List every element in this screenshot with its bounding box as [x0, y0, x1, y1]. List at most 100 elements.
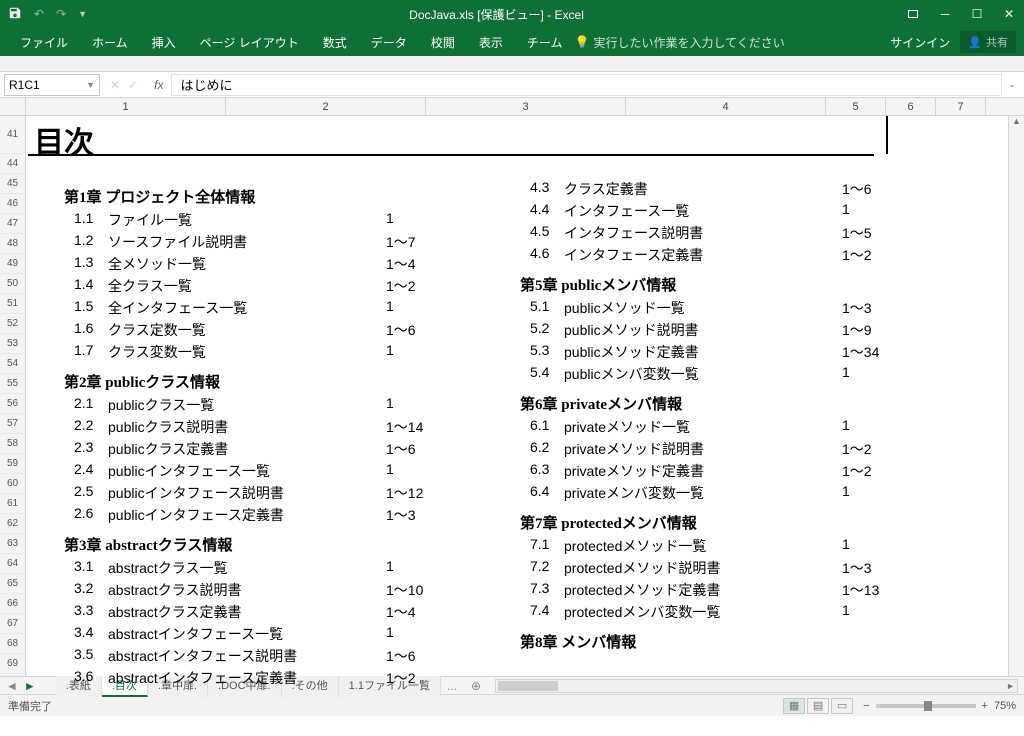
chapter-heading: 第3章 abstractクラス情報 [64, 534, 446, 555]
worksheet-content[interactable]: 目次 第1章 プロジェクト全体情報1.1ファイル一覧11.2ソースファイル説明書… [26, 116, 1024, 676]
scroll-up-icon[interactable]: ▲ [1009, 116, 1024, 132]
horizontal-scrollbar[interactable]: ◄ ► [495, 679, 1018, 693]
toc-entry: 5.4publicメンバ変数一覧1 [482, 363, 902, 385]
zoom-slider[interactable] [876, 704, 976, 708]
save-icon[interactable] [8, 6, 22, 23]
enter-icon[interactable]: ✓ [128, 78, 138, 92]
ribbon-tab[interactable]: ページ レイアウト [188, 28, 311, 57]
scroll-right-icon[interactable]: ► [1006, 681, 1015, 691]
toc-entry: 4.3クラス定義書1～6 [482, 178, 902, 200]
column-header[interactable]: 4 [626, 98, 826, 115]
ribbon-tab[interactable]: 表示 [467, 28, 515, 57]
expand-formula-icon[interactable]: ⌄ [1004, 79, 1020, 90]
entry-pages: 1 [386, 558, 446, 578]
titlebar: ↶ ↷ ▼ DocJava.xls [保護ビュー] - Excel ─ ☐ ✕ [0, 0, 1024, 28]
row-headers: 4144454647484950515253545556575859606162… [0, 116, 26, 676]
maximize-icon[interactable]: ☐ [970, 7, 984, 21]
row-header[interactable]: 46 [0, 194, 25, 214]
column-header[interactable]: 1 [26, 98, 226, 115]
ribbon-tab[interactable]: チーム [515, 28, 575, 57]
view-page-layout-icon[interactable]: ▤ [807, 698, 829, 714]
row-header[interactable]: 65 [0, 574, 25, 594]
entry-title: abstractインタフェース一覧 [108, 624, 386, 644]
row-header[interactable]: 49 [0, 254, 25, 274]
column-header[interactable]: 3 [426, 98, 626, 115]
ribbon-tab[interactable]: 挿入 [140, 28, 188, 57]
name-box[interactable]: R1C1 ▼ [4, 74, 100, 96]
tab-nav-prev-icon[interactable]: ◄ [6, 679, 18, 693]
row-header[interactable]: 66 [0, 594, 25, 614]
ribbon-tab[interactable]: 校閲 [419, 28, 467, 57]
zoom-knob[interactable] [924, 701, 932, 711]
undo-icon[interactable]: ↶ [34, 7, 44, 21]
ribbon-display-icon[interactable] [906, 7, 920, 21]
entry-title: クラス定数一覧 [108, 320, 386, 340]
row-header[interactable]: 61 [0, 494, 25, 514]
row-header[interactable]: 67 [0, 614, 25, 634]
fx-label[interactable]: fx [148, 78, 169, 92]
toc-entry: 6.1privateメソッド一覧1 [482, 416, 902, 438]
ribbon-tab[interactable]: ファイル [8, 28, 80, 57]
row-header[interactable]: 60 [0, 474, 25, 494]
row-header[interactable]: 56 [0, 394, 25, 414]
ribbon-tabs: ファイルホーム挿入ページ レイアウト数式データ校閲表示チーム 💡 実行したい作業… [0, 28, 1024, 56]
ribbon-tab[interactable]: 数式 [311, 28, 359, 57]
entry-title: abstractインタフェース説明書 [108, 646, 386, 666]
row-header[interactable]: 58 [0, 434, 25, 454]
row-header[interactable]: 50 [0, 274, 25, 294]
share-button[interactable]: 👤 共有 [960, 31, 1016, 53]
toc-entry: 1.3全メソッド一覧1～4 [26, 253, 446, 275]
zoom-in-icon[interactable]: + [982, 700, 988, 712]
entry-number: 5.1 [530, 298, 564, 318]
title-right-border [886, 116, 888, 154]
entry-title: abstractクラス一覧 [108, 558, 386, 578]
formula-input[interactable]: はじめに [171, 74, 1002, 96]
ribbon-tab[interactable]: データ [359, 28, 419, 57]
entry-title: publicメンバ変数一覧 [564, 364, 842, 384]
row-header[interactable]: 44 [0, 154, 25, 174]
redo-icon[interactable]: ↷ [56, 7, 66, 21]
row-header[interactable]: 51 [0, 294, 25, 314]
row-header[interactable]: 52 [0, 314, 25, 334]
entry-number: 3.4 [74, 624, 108, 644]
minimize-icon[interactable]: ─ [938, 7, 952, 21]
row-header[interactable]: 59 [0, 454, 25, 474]
entry-pages: 1～2 [386, 276, 446, 296]
row-header[interactable]: 45 [0, 174, 25, 194]
row-header[interactable]: 69 [0, 654, 25, 674]
row-header[interactable]: 41 [0, 116, 25, 154]
close-icon[interactable]: ✕ [1002, 7, 1016, 21]
vertical-scrollbar[interactable]: ▲ [1008, 116, 1024, 676]
entry-pages: 1 [386, 298, 446, 318]
column-header[interactable]: 6 [886, 98, 936, 115]
entry-pages: 1～6 [386, 439, 446, 459]
chevron-down-icon[interactable]: ▼ [86, 80, 95, 90]
row-header[interactable]: 53 [0, 334, 25, 354]
toc-entry: 6.4privateメンバ変数一覧1 [482, 482, 902, 504]
tell-me[interactable]: 💡 実行したい作業を入力してください [574, 34, 784, 51]
row-header[interactable]: 63 [0, 534, 25, 554]
column-header[interactable]: 5 [826, 98, 886, 115]
ribbon-tab[interactable]: ホーム [80, 28, 140, 57]
row-header[interactable]: 62 [0, 514, 25, 534]
row-header[interactable]: 68 [0, 634, 25, 654]
view-page-break-icon[interactable]: ▭ [831, 698, 853, 714]
qat-dropdown-icon[interactable]: ▼ [78, 9, 87, 19]
cancel-icon[interactable]: ✕ [110, 78, 120, 92]
column-header[interactable]: 7 [936, 98, 986, 115]
zoom-level[interactable]: 75% [994, 700, 1016, 712]
zoom-out-icon[interactable]: − [863, 700, 869, 712]
status-text: 準備完了 [8, 698, 52, 714]
scrollbar-thumb[interactable] [498, 681, 558, 691]
view-normal-icon[interactable]: ▦ [783, 698, 805, 714]
signin-button[interactable]: サインイン [890, 34, 950, 51]
select-all-corner[interactable] [0, 98, 26, 115]
entry-pages: 1 [386, 395, 446, 415]
row-header[interactable]: 47 [0, 214, 25, 234]
row-header[interactable]: 64 [0, 554, 25, 574]
row-header[interactable]: 55 [0, 374, 25, 394]
row-header[interactable]: 57 [0, 414, 25, 434]
row-header[interactable]: 54 [0, 354, 25, 374]
row-header[interactable]: 48 [0, 234, 25, 254]
column-header[interactable]: 2 [226, 98, 426, 115]
